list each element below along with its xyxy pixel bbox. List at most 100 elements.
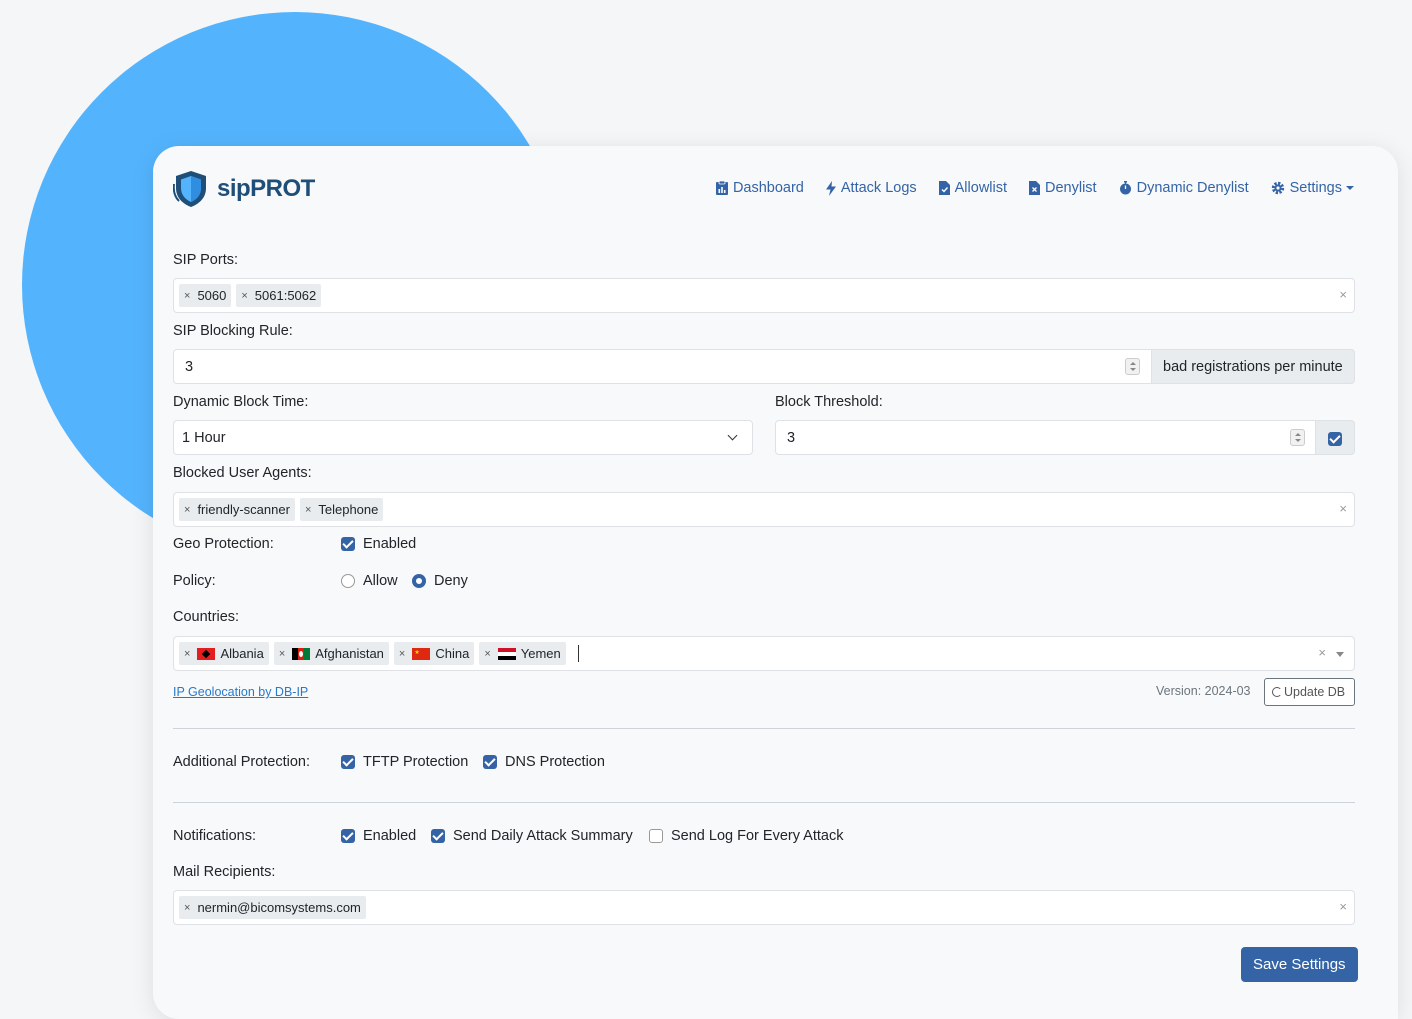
country-tag: × Albania — [179, 642, 269, 665]
china-flag-icon: ★ — [412, 647, 431, 660]
stopwatch-icon — [1119, 181, 1131, 195]
tag-remove-icon[interactable]: × — [184, 504, 190, 516]
block-threshold-label: Block Threshold: — [775, 394, 883, 410]
notifications-label: Notifications: — [173, 828, 257, 844]
gear-icon — [1271, 181, 1284, 195]
mail-recipients-input[interactable]: × nermin@bicomsystems.com × — [173, 890, 1355, 925]
afghanistan-flag-icon — [292, 647, 311, 660]
checkbox-checked-icon[interactable] — [1328, 432, 1342, 447]
file-check-icon — [938, 181, 950, 195]
user-agent-tag: × Telephone — [299, 498, 384, 521]
clear-icon[interactable]: × — [1339, 287, 1347, 302]
nav-dynamic-denylist[interactable]: Dynamic Denylist — [1119, 180, 1249, 196]
sip-ports-input[interactable]: × 5060 × 5061:5062 × — [173, 278, 1355, 313]
chevron-down-icon — [727, 430, 738, 441]
nav-denylist[interactable]: Denylist — [1029, 180, 1097, 196]
refresh-icon — [1272, 687, 1282, 697]
block-threshold-value: 3 — [787, 430, 796, 446]
nav-attack-logs[interactable]: Attack Logs — [825, 180, 917, 196]
sip-blocking-rule-value: 3 — [185, 359, 194, 375]
albania-flag-icon — [197, 647, 216, 660]
dynamic-block-time-value: 1 Hour — [182, 430, 226, 446]
sip-blocking-rule-input[interactable]: 3 — [173, 349, 1152, 384]
clipboard-chart-icon — [715, 181, 728, 195]
nav-dashboard[interactable]: Dashboard — [715, 180, 804, 196]
file-x-icon — [1029, 181, 1041, 195]
checkbox-checked-icon[interactable] — [341, 537, 355, 551]
nav-allowlist-label: Allowlist — [954, 180, 1008, 196]
mail-recipients-label: Mail Recipients: — [173, 864, 276, 880]
nav-settings-dropdown[interactable]: Settings — [1271, 180, 1354, 196]
tag-remove-icon[interactable]: × — [399, 648, 405, 660]
checkbox-unchecked-icon[interactable] — [649, 829, 663, 843]
nav-dynamic-denylist-label: Dynamic Denylist — [1136, 180, 1249, 196]
dns-protection-checkbox[interactable]: DNS Protection — [483, 754, 605, 770]
dynamic-block-time-select[interactable]: 1 Hour — [173, 420, 753, 455]
radio-checked-icon[interactable] — [412, 574, 426, 588]
countries-select[interactable]: × Albania × Afghanistan × ★ China × Yeme… — [173, 636, 1355, 671]
nav-denylist-label: Denylist — [1045, 180, 1097, 196]
additional-protection-label: Additional Protection: — [173, 754, 311, 770]
policy-label: Policy: — [173, 573, 216, 589]
policy-deny-radio[interactable]: Deny — [412, 573, 468, 589]
sip-port-tag: × 5061:5062 — [236, 284, 322, 307]
sip-blocking-rule-label: SIP Blocking Rule: — [173, 323, 293, 339]
country-tag: × Afghanistan — [273, 642, 389, 665]
policy-allow-radio[interactable]: Allow — [341, 573, 398, 589]
update-db-button[interactable]: Update DB — [1264, 678, 1355, 706]
nav-allowlist[interactable]: Allowlist — [938, 180, 1008, 196]
geo-enabled-checkbox[interactable]: Enabled — [341, 536, 416, 552]
tag-remove-icon[interactable]: × — [184, 648, 190, 660]
section-divider — [173, 728, 1355, 729]
spinner-icon[interactable] — [1125, 358, 1140, 375]
lightning-icon — [825, 180, 836, 196]
checkbox-checked-icon[interactable] — [341, 829, 355, 843]
block-threshold-checkbox-addon[interactable] — [1315, 420, 1355, 455]
dropdown-caret-icon[interactable] — [1336, 652, 1344, 657]
chevron-down-icon — [1346, 186, 1354, 190]
shield-logo-icon — [173, 171, 206, 207]
nav-attack-logs-label: Attack Logs — [840, 180, 917, 196]
dynamic-block-time-label: Dynamic Block Time: — [173, 394, 309, 410]
save-settings-button[interactable]: Save Settings — [1241, 947, 1358, 982]
tag-remove-icon[interactable]: × — [184, 290, 190, 302]
settings-card: sipPROT Dashboard Attack Logs Allowlist … — [153, 146, 1398, 1019]
clear-icon[interactable]: × — [1339, 899, 1347, 914]
tag-remove-icon[interactable]: × — [279, 648, 285, 660]
tag-remove-icon[interactable]: × — [484, 648, 490, 660]
radio-unchecked-icon[interactable] — [341, 574, 355, 588]
user-agent-tag: × friendly-scanner — [179, 498, 295, 521]
spinner-icon[interactable] — [1290, 429, 1305, 446]
notif-every-attack-checkbox[interactable]: Send Log For Every Attack — [649, 828, 843, 844]
checkbox-checked-icon[interactable] — [431, 829, 445, 843]
block-threshold-input[interactable]: 3 — [775, 420, 1316, 455]
geolocation-link[interactable]: IP Geolocation by DB-IP — [173, 685, 308, 699]
tftp-protection-checkbox[interactable]: TFTP Protection — [341, 754, 468, 770]
blocked-user-agents-input[interactable]: × friendly-scanner × Telephone × — [173, 492, 1355, 527]
country-tag: × ★ China — [393, 642, 475, 665]
checkbox-checked-icon[interactable] — [341, 755, 355, 769]
tag-remove-icon[interactable]: × — [184, 902, 190, 914]
db-version-text: Version: 2024-03 — [1156, 684, 1251, 698]
notif-daily-summary-checkbox[interactable]: Send Daily Attack Summary — [431, 828, 633, 844]
brand-name: sipPROT — [217, 175, 315, 202]
notif-enabled-checkbox[interactable]: Enabled — [341, 828, 416, 844]
nav-dashboard-label: Dashboard — [732, 180, 804, 196]
tag-remove-icon[interactable]: × — [305, 504, 311, 516]
checkbox-checked-icon[interactable] — [483, 755, 497, 769]
clear-icon[interactable]: × — [1318, 645, 1326, 660]
nav-links: Dashboard Attack Logs Allowlist Denylist… — [694, 180, 1354, 196]
sip-blocking-rule-suffix: bad registrations per minute — [1151, 349, 1355, 384]
sip-ports-label: SIP Ports: — [173, 252, 239, 268]
yemen-flag-icon — [497, 647, 516, 660]
nav-settings-label: Settings — [1289, 180, 1342, 196]
sip-port-tag: × 5060 — [179, 284, 232, 307]
section-divider — [173, 802, 1355, 803]
blocked-user-agents-label: Blocked User Agents: — [173, 465, 312, 481]
tag-remove-icon[interactable]: × — [241, 290, 247, 302]
country-tag: × Yemen — [479, 642, 566, 665]
clear-icon[interactable]: × — [1339, 501, 1347, 516]
brand[interactable]: sipPROT — [173, 170, 315, 208]
navbar: sipPROT Dashboard Attack Logs Allowlist … — [173, 170, 1354, 210]
geo-protection-label: Geo Protection: — [173, 536, 274, 552]
